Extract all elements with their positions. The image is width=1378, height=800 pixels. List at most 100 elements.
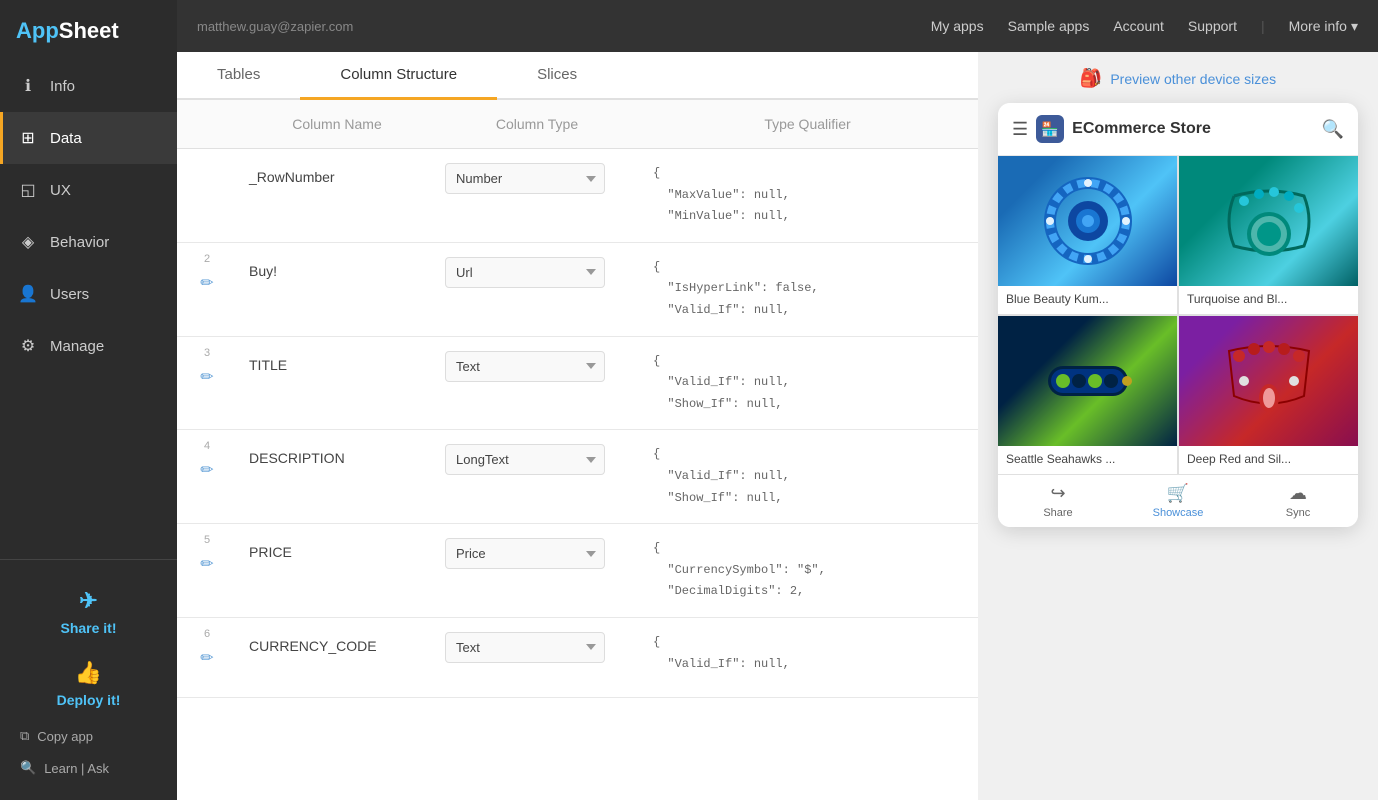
phone-nav-share[interactable]: ↪ Share <box>998 475 1118 527</box>
row-2-type-select[interactable]: UrlTextNumberLongTextPrice <box>445 257 605 288</box>
row-1-type-select[interactable]: NumberTextLongTextUrlPrice <box>445 163 605 194</box>
product-img-4 <box>1179 316 1358 446</box>
phone-topbar: ☰ 🏪 ECommerce Store 🔍 <box>998 103 1358 156</box>
topbar-right: My apps Sample apps Account Support | Mo… <box>931 18 1358 35</box>
share-button[interactable]: ✈ Share it! <box>16 576 161 648</box>
phone-nav-sync[interactable]: ☁ Sync <box>1238 475 1358 527</box>
sidebar-item-data[interactable]: ⊞ Data <box>0 112 177 164</box>
sidebar-item-users[interactable]: 👤 Users <box>0 268 177 320</box>
sidebar-item-ux-label: UX <box>50 182 71 199</box>
header-type-qualifier: Type Qualifier <box>637 100 978 148</box>
sidebar-item-manage-label: Manage <box>50 338 104 355</box>
row-2-num: 2 <box>204 253 210 265</box>
preview-header[interactable]: 🎒 Preview other device sizes <box>1080 68 1276 89</box>
tab-column-structure[interactable]: Column Structure <box>300 52 497 100</box>
row-5-type-select[interactable]: PriceTextNumberLongTextUrl <box>445 538 605 569</box>
topbar-divider: | <box>1261 18 1265 34</box>
row-1-name: _RowNumber <box>237 149 437 205</box>
row-5-name: PRICE <box>237 524 437 580</box>
column-table: Column Name Column Type Type Qualifier _… <box>177 100 978 800</box>
phone-menu-icon[interactable]: ☰ <box>1012 119 1028 140</box>
sync-nav-icon: ☁ <box>1289 483 1307 504</box>
product-card-4[interactable]: Deep Red and Sil... <box>1179 316 1358 474</box>
preview-icon: 🎒 <box>1080 68 1102 89</box>
row-3-qualifier: { "Valid_If": null, "Show_If": null, <box>637 337 978 430</box>
copy-icon: ⧉ <box>20 728 29 744</box>
table-row: 6 ✏ CURRENCY_CODE TextNumberLongTextUrlP… <box>177 618 978 698</box>
deploy-button[interactable]: 👍 Deploy it! <box>16 648 161 720</box>
row-6-type-select[interactable]: TextNumberLongTextUrlPrice <box>445 632 605 663</box>
main-area: matthew.guay@zapier.com My apps Sample a… <box>177 0 1378 800</box>
sidebar-item-info[interactable]: ℹ Info <box>0 60 177 112</box>
sample-apps-link[interactable]: Sample apps <box>1008 18 1090 34</box>
table-row: 5 ✏ PRICE PriceTextNumberLongTextUrl { "… <box>177 524 978 618</box>
phone-app-title: ECommerce Store <box>1072 120 1313 138</box>
sidebar-item-ux[interactable]: ◱ UX <box>0 164 177 216</box>
sync-nav-label: Sync <box>1286 507 1310 519</box>
header-col-type: Column Type <box>437 100 637 148</box>
support-link[interactable]: Support <box>1188 18 1237 34</box>
phone-search-icon[interactable]: 🔍 <box>1322 119 1344 140</box>
table-row: 3 ✏ TITLE TextNumberLongTextUrlPrice { "… <box>177 337 978 431</box>
table-row: 2 ✏ Buy! UrlTextNumberLongTextPrice { "I… <box>177 243 978 337</box>
copy-app-link[interactable]: ⧉ Copy app <box>16 720 161 752</box>
tab-slices[interactable]: Slices <box>497 52 617 100</box>
showcase-nav-icon: 🛒 <box>1167 483 1189 504</box>
row-4-edit-button[interactable]: ✏ <box>198 458 215 482</box>
row-5-qualifier: { "CurrencySymbol": "$", "DecimalDigits"… <box>637 524 978 617</box>
users-icon: 👤 <box>18 284 38 304</box>
phone-app-icon: 🏪 <box>1036 115 1064 143</box>
content-area: Tables Column Structure Slices Column Na… <box>177 52 1378 800</box>
row-6-type: TextNumberLongTextUrlPrice <box>437 618 637 677</box>
ux-icon: ◱ <box>18 180 38 200</box>
sidebar-item-users-label: Users <box>50 286 89 303</box>
product-card-2[interactable]: Turquoise and Bl... <box>1179 156 1358 314</box>
row-2-name: Buy! <box>237 243 437 299</box>
product-image-seahawks <box>998 316 1177 446</box>
sidebar-item-behavior-label: Behavior <box>50 234 109 251</box>
more-info-button[interactable]: More info ▾ <box>1289 18 1358 35</box>
row-5-edit-button[interactable]: ✏ <box>198 552 215 576</box>
deploy-label: Deploy it! <box>57 692 121 708</box>
header-col-name: Column Name <box>237 100 437 148</box>
sidebar-item-behavior[interactable]: ◈ Behavior <box>0 216 177 268</box>
row-3-edit-button[interactable]: ✏ <box>198 365 215 389</box>
row-6-qualifier: { "Valid_If": null, <box>637 618 978 689</box>
deploy-icon: 👍 <box>75 660 102 686</box>
row-3-type: TextNumberLongTextUrlPrice <box>437 337 637 396</box>
preview-header-label: Preview other device sizes <box>1110 71 1276 87</box>
tab-bar: Tables Column Structure Slices <box>177 52 978 100</box>
row-4-type-select[interactable]: LongTextTextNumberUrlPrice <box>445 444 605 475</box>
row-5-type: PriceTextNumberLongTextUrl <box>437 524 637 583</box>
product-card-1[interactable]: Blue Beauty Kum... <box>998 156 1177 314</box>
phone-nav-showcase[interactable]: 🛒 Showcase <box>1118 475 1238 527</box>
account-link[interactable]: Account <box>1113 18 1164 34</box>
product-img-2 <box>1179 156 1358 286</box>
topbar: matthew.guay@zapier.com My apps Sample a… <box>177 0 1378 52</box>
share-nav-label: Share <box>1043 507 1072 519</box>
more-info-label: More info <box>1289 18 1347 34</box>
product-card-3[interactable]: Seattle Seahawks ... <box>998 316 1177 474</box>
row-4-num-area: 4 ✏ <box>177 430 237 486</box>
showcase-nav-label: Showcase <box>1153 507 1204 519</box>
table-row: 4 ✏ DESCRIPTION LongTextTextNumberUrlPri… <box>177 430 978 524</box>
row-1-num-area <box>177 149 237 163</box>
phone-content: Blue Beauty Kum... <box>998 156 1358 474</box>
sidebar-actions: ✈ Share it! 👍 Deploy it! ⧉ Copy app 🔍 Le… <box>0 559 177 800</box>
row-4-name: DESCRIPTION <box>237 430 437 486</box>
row-4-num: 4 <box>204 440 210 452</box>
row-2-edit-button[interactable]: ✏ <box>198 271 215 295</box>
behavior-icon: ◈ <box>18 232 38 252</box>
sidebar: AppSheet ℹ Info ⊞ Data ◱ UX ◈ Behavior 👤… <box>0 0 177 800</box>
tab-tables[interactable]: Tables <box>177 52 300 100</box>
row-3-type-select[interactable]: TextNumberLongTextUrlPrice <box>445 351 605 382</box>
table-editor: Tables Column Structure Slices Column Na… <box>177 52 978 800</box>
my-apps-link[interactable]: My apps <box>931 18 984 34</box>
column-table-header: Column Name Column Type Type Qualifier <box>177 100 978 149</box>
row-5-num: 5 <box>204 534 210 546</box>
chevron-down-icon: ▾ <box>1351 18 1358 35</box>
sidebar-item-manage[interactable]: ⚙ Manage <box>0 320 177 372</box>
row-6-edit-button[interactable]: ✏ <box>198 646 215 670</box>
learn-ask-link[interactable]: 🔍 Learn | Ask <box>16 752 161 784</box>
row-1-type: NumberTextLongTextUrlPrice <box>437 149 637 208</box>
